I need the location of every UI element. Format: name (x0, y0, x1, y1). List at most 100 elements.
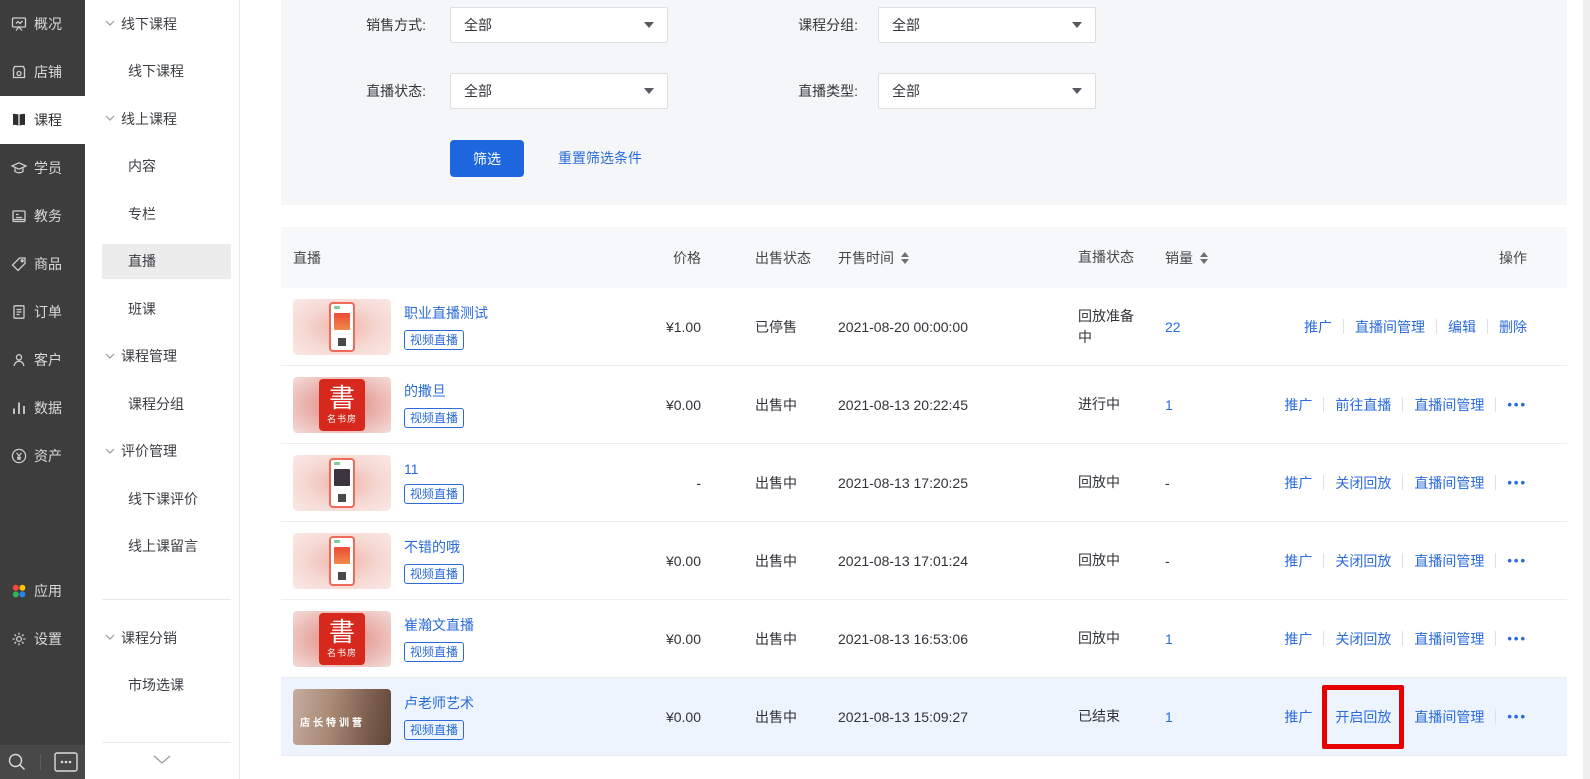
action-close-replay[interactable]: 关闭回放 (1335, 551, 1391, 571)
course-thumbnail[interactable]: 書名书房 (293, 377, 391, 433)
action-separator (1487, 319, 1488, 334)
chevron-down-icon (644, 88, 654, 94)
live-status-cell: 回放中 (1078, 600, 1142, 677)
scrollbar-track[interactable] (1583, 0, 1590, 779)
sidebar-item-customers[interactable]: 客户 (0, 336, 85, 384)
sort-icon[interactable] (901, 252, 909, 264)
submenu-group-course-management[interactable]: 课程管理 (85, 333, 239, 381)
action-delete[interactable]: 删除 (1499, 317, 1527, 337)
actions-cell: 推广 关闭回放 直播间管理 ••• (1284, 522, 1527, 599)
action-separator (1495, 709, 1496, 724)
action-live-room-manage[interactable]: 直播间管理 (1414, 629, 1484, 649)
action-live-room-manage[interactable]: 直播间管理 (1414, 395, 1484, 415)
course-title-link[interactable]: 卢老师艺术 (404, 693, 474, 713)
sidebar-item-students[interactable]: 学员 (0, 144, 85, 192)
course-title-link[interactable]: 11 (404, 461, 464, 477)
submenu-item-market-course[interactable]: 市场选课 (85, 662, 239, 710)
action-promote[interactable]: 推广 (1284, 395, 1312, 415)
sidebar-item-goods[interactable]: 商品 (0, 240, 85, 288)
sidebar-item-orders[interactable]: 订单 (0, 288, 85, 336)
sidebar-item-label: 数据 (34, 398, 62, 418)
live-status-cell: 进行中 (1078, 366, 1142, 443)
more-actions-button[interactable]: ••• (1507, 553, 1527, 568)
action-separator (1402, 709, 1403, 724)
submenu-group-review-management[interactable]: 评价管理 (85, 428, 239, 476)
filter-submit-button[interactable]: 筛选 (450, 140, 524, 177)
search-icon[interactable] (7, 752, 27, 772)
price-cell: ¥0.00 (601, 678, 701, 755)
action-promote[interactable]: 推广 (1284, 707, 1312, 727)
action-live-room-manage[interactable]: 直播间管理 (1414, 551, 1484, 571)
action-live-room-manage[interactable]: 直播间管理 (1414, 473, 1484, 493)
submenu-item-live[interactable]: 直播 (85, 238, 239, 286)
course-thumbnail[interactable]: 店长特训营 (293, 689, 391, 745)
action-promote[interactable]: 推广 (1304, 317, 1332, 337)
live-status-cell: 回放中 (1078, 444, 1142, 521)
action-edit[interactable]: 编辑 (1448, 317, 1476, 337)
overview-icon (9, 14, 29, 34)
sort-icon[interactable] (1200, 252, 1208, 264)
sidebar-item-label: 资产 (34, 446, 62, 466)
app: 概况 店铺 课程 学员 教务 商品 (0, 0, 1590, 779)
filter-select-course-group[interactable]: 全部 (878, 7, 1096, 43)
actions-cell: 推广 直播间管理 编辑 删除 (1304, 288, 1527, 365)
sidebar-item-data[interactable]: 数据 (0, 384, 85, 432)
submenu-group-offline-course[interactable]: 线下课程 (85, 0, 239, 48)
course-title-link[interactable]: 的撒旦 (404, 381, 464, 401)
action-go-live[interactable]: 前往直播 (1335, 395, 1391, 415)
chevron-down-icon (644, 22, 654, 28)
filter-reset-link[interactable]: 重置筛选条件 (558, 140, 642, 177)
action-close-replay[interactable]: 关闭回放 (1335, 629, 1391, 649)
sidebar-item-apps[interactable]: 应用 (0, 567, 85, 615)
sidebar-item-label: 学员 (34, 158, 62, 178)
action-live-room-manage[interactable]: 直播间管理 (1355, 317, 1425, 337)
sidebar-item-overview[interactable]: 概况 (0, 0, 85, 48)
start-time-cell: 2021-08-13 17:01:24 (838, 522, 968, 599)
more-icon[interactable] (54, 752, 78, 772)
select-value: 全部 (892, 15, 920, 35)
sidebar-item-shop[interactable]: 店铺 (0, 48, 85, 96)
submenu-item-offline-review[interactable]: 线下课评价 (85, 475, 239, 523)
chevron-down-icon (105, 353, 115, 360)
more-actions-button[interactable]: ••• (1507, 397, 1527, 412)
more-actions-button[interactable]: ••• (1507, 475, 1527, 490)
course-thumbnail[interactable] (293, 533, 391, 589)
sidebar-item-label: 教务 (34, 206, 62, 226)
submenu-item-offline-course[interactable]: 线下课程 (85, 48, 239, 96)
table-row: 書名书房 崔瀚文直播 视频直播 ¥0.00 出售中 2021-08-13 16:… (281, 600, 1567, 678)
course-thumbnail[interactable] (293, 455, 391, 511)
sidebar-item-settings[interactable]: 设置 (0, 615, 85, 663)
course-title-link[interactable]: 不错的哦 (404, 537, 464, 557)
filter-select-live-status[interactable]: 全部 (450, 73, 668, 109)
action-open-replay[interactable]: 开启回放 (1335, 707, 1391, 727)
action-promote[interactable]: 推广 (1284, 629, 1312, 649)
submenu-group-course-distribution[interactable]: 课程分销 (85, 614, 239, 662)
submenu-group-online-course[interactable]: 线上课程 (85, 95, 239, 143)
course-title-link[interactable]: 职业直播测试 (404, 303, 488, 323)
filter-select-sale-mode[interactable]: 全部 (450, 7, 668, 43)
filter-select-live-type[interactable]: 全部 (878, 73, 1096, 109)
course-thumbnail[interactable] (293, 299, 391, 355)
sidebar-item-label: 概况 (34, 14, 62, 34)
submenu-item-content[interactable]: 内容 (85, 143, 239, 191)
course-thumbnail[interactable]: 書名书房 (293, 611, 391, 667)
submenu-item-online-message[interactable]: 线上课留言 (85, 523, 239, 571)
submenu-item-column[interactable]: 专栏 (85, 190, 239, 238)
sidebar-item-assets[interactable]: 资产 (0, 432, 85, 480)
more-actions-button[interactable]: ••• (1507, 709, 1527, 724)
submenu-item-course-group[interactable]: 课程分组 (85, 380, 239, 428)
action-promote[interactable]: 推广 (1284, 551, 1312, 571)
sidebar-item-academic[interactable]: 教务 (0, 192, 85, 240)
submenu-collapse-button[interactable] (85, 755, 239, 765)
action-separator (1402, 553, 1403, 568)
sidebar-item-course[interactable]: 课程 (0, 96, 85, 144)
action-promote[interactable]: 推广 (1284, 473, 1312, 493)
action-close-replay[interactable]: 关闭回放 (1335, 473, 1391, 493)
course-title-link[interactable]: 崔瀚文直播 (404, 615, 474, 635)
actions-cell: 推广 开启回放 直播间管理 ••• (1284, 678, 1527, 755)
action-separator (1495, 397, 1496, 412)
action-live-room-manage[interactable]: 直播间管理 (1414, 707, 1484, 727)
submenu-item-class[interactable]: 班课 (85, 285, 239, 333)
more-actions-button[interactable]: ••• (1507, 631, 1527, 646)
students-icon (9, 158, 29, 178)
